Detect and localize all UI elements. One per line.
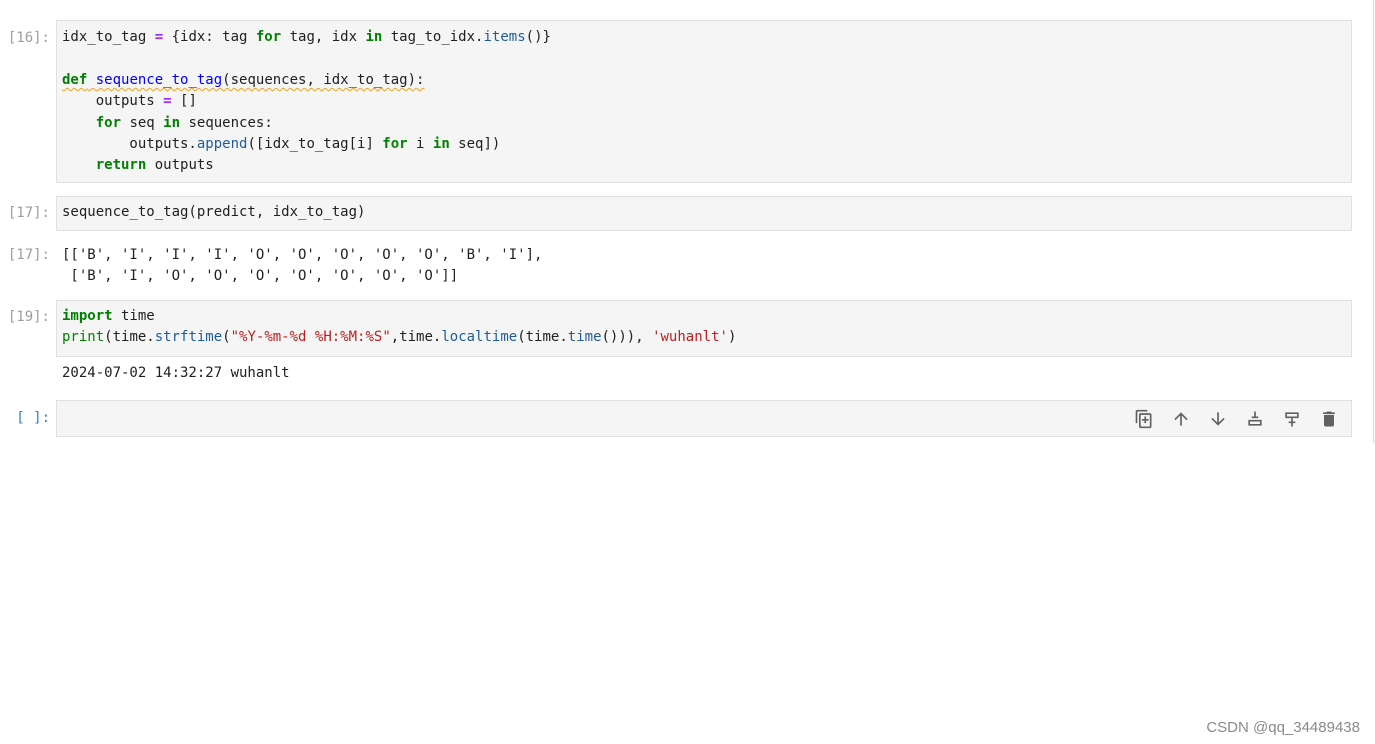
input-prompt: [17]: (7, 205, 50, 221)
insert-below-button[interactable] (1280, 407, 1304, 431)
code-token: for (382, 135, 408, 152)
code-token: time (567, 329, 602, 346)
code-token: strftime (154, 329, 223, 346)
scrollbar[interactable] (1373, 0, 1374, 443)
delete-icon (1323, 411, 1335, 427)
code-line: sequence_to_tag(predict, idx_to_tag) (62, 202, 1346, 223)
duplicate-icon (1135, 409, 1152, 429)
code-token: idx_to_tag (62, 29, 155, 45)
code-editor[interactable] (56, 400, 1352, 437)
code-token: "%Y-%m-%d %H:%M:%S" (230, 329, 391, 346)
code-editor[interactable]: idx_to_tag = {idx: tag for tag, idx in t… (56, 20, 1352, 183)
input-prompt: [19]: (7, 309, 50, 325)
insert-above-icon (1248, 411, 1262, 426)
code-token: ) (727, 329, 737, 346)
output-line: [['B', 'I', 'I', 'I', 'O', 'O', 'O', 'O'… (62, 247, 543, 263)
code-token: import (62, 308, 113, 324)
cell-toolbar (1132, 407, 1341, 431)
code-token: i (407, 135, 433, 152)
code-token: for (95, 114, 122, 131)
code-line: return outputs (62, 155, 1346, 176)
move-down-button[interactable] (1206, 407, 1230, 431)
code-token: in (365, 29, 383, 45)
code-token: [] (171, 93, 197, 110)
code-token: def (62, 71, 88, 88)
code-line: print(time.strftime("%Y-%m-%d %H:%M:%S",… (62, 327, 1346, 348)
move-up-icon (1174, 412, 1188, 426)
code-token: (time. (104, 329, 155, 346)
code-token: ([idx_to_tag[i] (247, 135, 383, 152)
duplicate-cell-button[interactable] (1132, 407, 1156, 431)
code-token: tag, idx (281, 29, 366, 45)
code-editor[interactable]: import time print(time.strftime("%Y-%m-%… (56, 300, 1352, 357)
code-token: in (432, 135, 450, 152)
watermark: CSDN @qq_34489438 (1206, 719, 1360, 736)
code-token: ,time. (390, 329, 442, 346)
code-token: return (95, 157, 147, 174)
code-token: ())), (601, 329, 653, 346)
code-line: outputs = [] (62, 91, 1346, 112)
output-prompt: [17]: (7, 247, 50, 263)
code-token: localtime (441, 329, 518, 346)
input-prompt: [ ]: (16, 410, 50, 426)
output-line: 2024-07-02 14:32:27 wuhanlt (62, 365, 290, 381)
code-token: 'wuhanlt' (652, 329, 728, 346)
code-token: ()} (525, 29, 551, 45)
code-line: import time (62, 306, 1346, 327)
insert-below-icon (1285, 412, 1299, 427)
notebook: [16]: idx_to_tag = {idx: tag for tag, id… (0, 0, 1375, 744)
code-token: {idx: tag (163, 29, 256, 45)
code-token: outputs (146, 157, 214, 174)
code-token: outputs (62, 93, 164, 110)
code-token: = (154, 29, 164, 45)
code-token: in (163, 114, 181, 131)
code-token: time (112, 308, 155, 324)
code-token: (sequences, idx_to_tag): (222, 71, 425, 88)
code-token: = (163, 93, 172, 110)
code-token: append (196, 135, 248, 152)
move-down-icon (1211, 412, 1225, 426)
code-line: outputs.append([idx_to_tag[i] for i in s… (62, 134, 1346, 155)
code-editor[interactable]: sequence_to_tag(predict, idx_to_tag) (56, 196, 1352, 231)
code-token: outputs. (62, 135, 197, 152)
output-text: [['B', 'I', 'I', 'I', 'O', 'O', 'O', 'O'… (62, 245, 1342, 288)
code-line: for seq in sequences: (62, 113, 1346, 134)
code-token: sequence_to_tag (95, 71, 223, 88)
code-token: items (483, 29, 526, 45)
code-token: sequence_to_tag(predict, idx_to_tag) (62, 204, 366, 220)
lint-warning[interactable]: def sequence_to_tag(sequences, idx_to_ta… (62, 72, 424, 88)
code-token: tag_to_idx. (382, 29, 484, 45)
code-token: seq (121, 114, 164, 131)
output-text: 2024-07-02 14:32:27 wuhanlt (62, 363, 1342, 384)
code-token: print (62, 329, 105, 346)
code-token: sequences: (180, 114, 273, 131)
code-token: for (255, 29, 282, 45)
code-token: ( (222, 329, 231, 346)
input-prompt: [16]: (7, 30, 50, 46)
code-token: seq]) (449, 135, 501, 152)
move-up-button[interactable] (1169, 407, 1193, 431)
code-line: idx_to_tag = {idx: tag for tag, idx in t… (62, 27, 1346, 48)
code-line: def sequence_to_tag(sequences, idx_to_ta… (62, 70, 1346, 91)
delete-cell-button[interactable] (1317, 407, 1341, 431)
code-token: (time. (517, 329, 568, 346)
insert-above-button[interactable] (1243, 407, 1267, 431)
output-line: ['B', 'I', 'O', 'O', 'O', 'O', 'O', 'O',… (62, 268, 459, 285)
